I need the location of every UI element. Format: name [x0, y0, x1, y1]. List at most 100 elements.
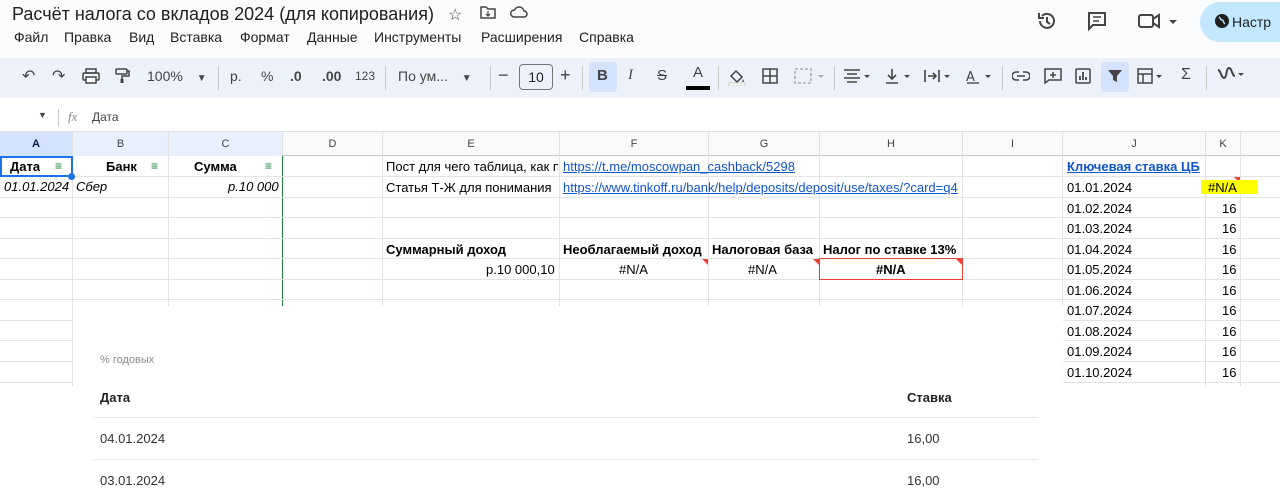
name-box[interactable]: ▼: [8, 109, 48, 127]
column-header-i[interactable]: I: [963, 132, 1063, 156]
menu-extensions[interactable]: Расширения: [481, 29, 562, 45]
paint-format-icon[interactable]: [114, 68, 130, 87]
horizontal-align-icon[interactable]: [843, 68, 873, 87]
column-header-g[interactable]: G: [709, 132, 820, 156]
cell-g5[interactable]: Налоговая база: [712, 242, 813, 257]
menu-data[interactable]: Данные: [307, 29, 358, 45]
cell-k-value[interactable]: 16: [1222, 201, 1236, 216]
cell-j-date[interactable]: 01.01.2024: [1067, 180, 1132, 195]
filter-icon[interactable]: ≡: [151, 159, 158, 173]
cell-f5[interactable]: Необлагаемый доход: [563, 242, 702, 257]
move-to-folder-icon[interactable]: [480, 5, 496, 24]
column-header-j[interactable]: J: [1063, 132, 1206, 156]
cell-k-value[interactable]: 16: [1222, 221, 1236, 236]
cell-a2[interactable]: 01.01.2024: [4, 179, 69, 194]
font-family-select[interactable]: По ум... ▼: [398, 68, 472, 84]
borders-icon[interactable]: [762, 68, 778, 87]
meet-icon[interactable]: [1138, 10, 1178, 37]
menu-file[interactable]: Файл: [14, 29, 48, 45]
text-rotation-icon[interactable]: A: [965, 68, 995, 87]
cell-e6[interactable]: р.10 000,10: [486, 262, 555, 277]
menu-insert[interactable]: Вставка: [170, 29, 222, 45]
currency-format-button[interactable]: р.: [230, 68, 242, 84]
filter-icon[interactable]: ≡: [265, 159, 272, 173]
cell-k-value[interactable]: 16: [1222, 303, 1236, 318]
comments-icon[interactable]: [1086, 10, 1108, 37]
link-telegram-post[interactable]: https://t.me/moscowpan_cashback/5298: [563, 159, 795, 174]
cell-c1[interactable]: Сумма: [194, 159, 237, 174]
filter-icon[interactable]: [1107, 68, 1123, 87]
cell-j-date[interactable]: 01.08.2024: [1067, 324, 1132, 339]
strikethrough-button[interactable]: S: [657, 67, 667, 84]
cell-a1[interactable]: Дата: [10, 159, 40, 174]
share-button[interactable]: Настр: [1200, 2, 1280, 42]
cell-e5[interactable]: Суммарный доход: [386, 242, 506, 257]
column-header-l[interactable]: [1241, 132, 1280, 156]
zoom-select[interactable]: 100% ▼: [147, 68, 207, 84]
print-icon[interactable]: [82, 68, 100, 87]
column-header-d[interactable]: D: [283, 132, 383, 156]
cell-b1[interactable]: Банк: [106, 159, 137, 174]
input-tools-icon[interactable]: [1216, 66, 1246, 87]
column-header-f[interactable]: F: [560, 132, 709, 156]
cell-j-date[interactable]: 01.09.2024: [1067, 344, 1132, 359]
cell-k-value[interactable]: 16: [1222, 242, 1236, 257]
cell-j-date[interactable]: 01.05.2024: [1067, 262, 1132, 277]
column-header-a[interactable]: A: [0, 132, 73, 156]
vertical-align-icon[interactable]: [884, 68, 914, 87]
cell-f6[interactable]: #N/A: [619, 262, 648, 277]
more-formats-button[interactable]: 123: [355, 69, 375, 83]
cell-k-value[interactable]: 16: [1222, 283, 1236, 298]
italic-button[interactable]: I: [628, 67, 633, 84]
text-wrap-icon[interactable]: [924, 68, 954, 87]
menu-tools[interactable]: Инструменты: [374, 29, 461, 45]
column-header-k[interactable]: K: [1206, 132, 1241, 156]
cell-h5[interactable]: Налог по ставке 13%: [823, 242, 956, 257]
history-icon[interactable]: [1036, 10, 1058, 37]
formula-input[interactable]: Дата: [92, 110, 119, 124]
filter-views-icon[interactable]: [1137, 68, 1167, 87]
cell-e2[interactable]: Статья Т-Ж для понимания: [386, 180, 558, 195]
cell-j-date[interactable]: 01.10.2024: [1067, 365, 1132, 380]
link-tinkoff-article[interactable]: https://www.tinkoff.ru/bank/help/deposit…: [563, 180, 963, 195]
cell-k-value[interactable]: 16: [1222, 324, 1236, 339]
decrease-decimal-button[interactable]: .0: [290, 68, 302, 84]
cell-j-date[interactable]: 01.04.2024: [1067, 242, 1132, 257]
column-header-h[interactable]: H: [820, 132, 963, 156]
column-header-c[interactable]: C: [169, 132, 283, 156]
cloud-saved-icon[interactable]: [510, 5, 528, 24]
cell-j-date[interactable]: 01.06.2024: [1067, 283, 1132, 298]
cell-e1[interactable]: Пост для чего таблица, как п: [386, 159, 558, 174]
insert-chart-icon[interactable]: [1075, 68, 1091, 87]
merge-cells-icon[interactable]: [794, 68, 824, 87]
bold-button[interactable]: B: [597, 67, 608, 84]
cell-j-date[interactable]: 01.07.2024: [1067, 303, 1132, 318]
cell-k-value[interactable]: #N/A: [1208, 180, 1237, 195]
increase-decimal-button[interactable]: .00: [322, 68, 341, 84]
cell-h6[interactable]: #N/A: [876, 262, 906, 277]
undo-icon[interactable]: ↶: [22, 66, 35, 86]
menu-help[interactable]: Справка: [579, 29, 634, 45]
star-icon[interactable]: ☆: [448, 5, 462, 25]
cell-j1-key-rate-link[interactable]: Ключевая ставка ЦБ: [1067, 159, 1200, 174]
cell-c2[interactable]: р.10 000: [228, 179, 279, 194]
font-size-input[interactable]: 10: [519, 64, 553, 90]
cell-k-value[interactable]: 16: [1222, 262, 1236, 277]
cell-k-value[interactable]: 16: [1222, 365, 1236, 380]
cell-j-date[interactable]: 01.03.2024: [1067, 221, 1132, 236]
filter-icon[interactable]: ≡: [55, 159, 62, 173]
menu-edit[interactable]: Правка: [64, 29, 111, 45]
fill-color-icon[interactable]: [728, 68, 746, 89]
column-header-b[interactable]: B: [73, 132, 169, 156]
cell-j-date[interactable]: 01.02.2024: [1067, 201, 1132, 216]
insert-comment-icon[interactable]: [1044, 68, 1062, 87]
cell-b2[interactable]: Сбер: [76, 179, 107, 194]
column-header-e[interactable]: E: [383, 132, 560, 156]
document-title[interactable]: Расчёт налога со вкладов 2024 (для копир…: [12, 4, 434, 25]
cell-k-value[interactable]: 16: [1222, 344, 1236, 359]
menu-view[interactable]: Вид: [129, 29, 154, 45]
font-size-decrease-button[interactable]: −: [498, 65, 509, 86]
font-size-increase-button[interactable]: +: [560, 65, 571, 86]
cell-g6[interactable]: #N/A: [748, 262, 777, 277]
menu-format[interactable]: Формат: [240, 29, 290, 45]
